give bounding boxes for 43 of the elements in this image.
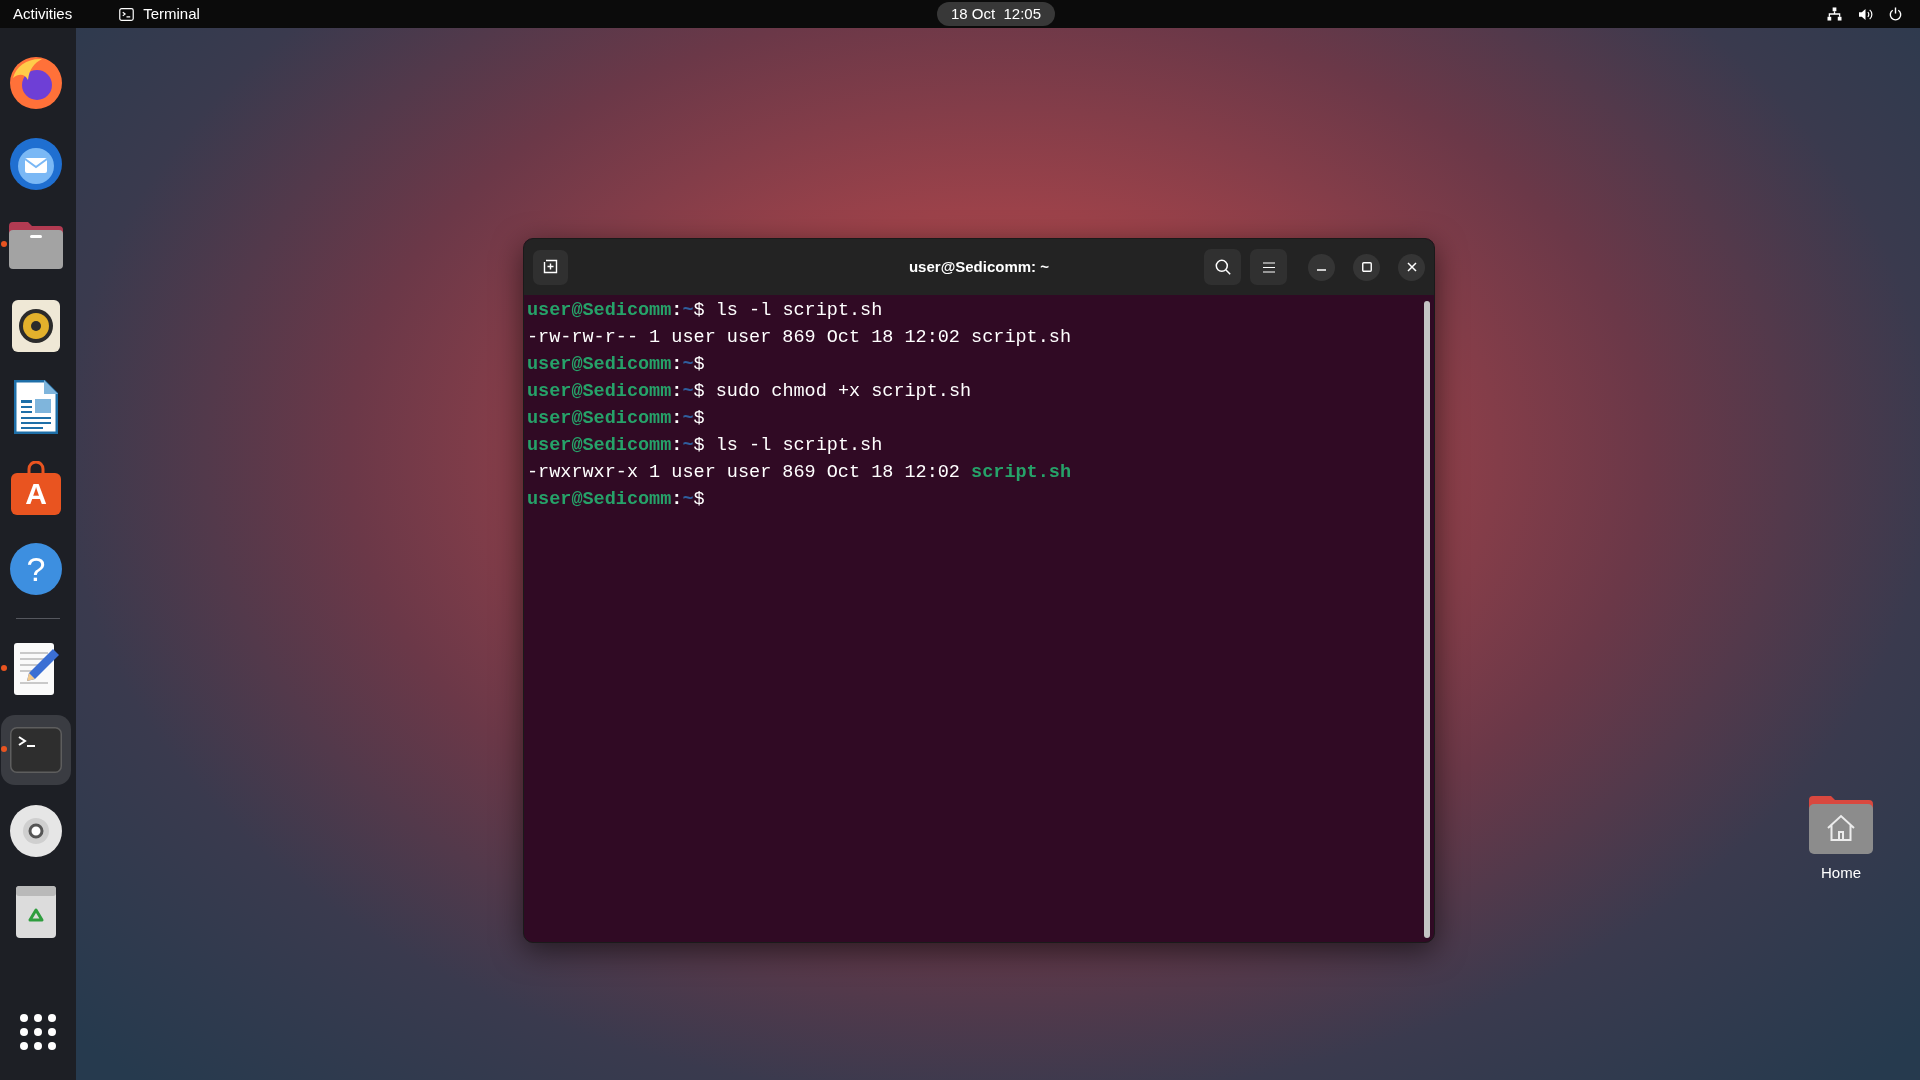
- terminal-icon: [119, 7, 135, 21]
- pencil-notepad-icon: [12, 642, 60, 695]
- maximize-button[interactable]: [1353, 253, 1380, 281]
- menu-button[interactable]: [1250, 249, 1287, 285]
- home-folder-icon: [1809, 794, 1873, 854]
- terminal-prompt-line: user@Sedicomm:~$: [527, 407, 705, 431]
- document-icon: [14, 379, 58, 434]
- new-tab-icon: [542, 259, 559, 275]
- new-tab-button[interactable]: [533, 249, 568, 285]
- close-button[interactable]: [1398, 253, 1425, 281]
- maximize-icon: [1361, 262, 1372, 272]
- dock-item[interactable]: A: [1, 452, 71, 523]
- minimize-button[interactable]: [1308, 253, 1335, 281]
- folder-icon: [9, 220, 63, 269]
- minimize-icon: [1317, 269, 1326, 271]
- search-button[interactable]: [1204, 249, 1241, 285]
- terminal-prompt-line: user@Sedicomm:~$ sudo chmod +x script.sh: [527, 380, 972, 404]
- close-icon: [1406, 262, 1417, 272]
- network-icon[interactable]: [1827, 7, 1842, 21]
- power-icon[interactable]: [1889, 7, 1902, 21]
- volume-icon[interactable]: [1858, 7, 1873, 21]
- app-grid-icon: [20, 1014, 56, 1050]
- question-mark-icon: ?: [10, 542, 62, 595]
- disc-icon: [10, 804, 62, 857]
- menu-icon: [1262, 261, 1275, 273]
- terminal-output-line: -rwxrwxr-x 1 user user 869 Oct 18 12:02 script.sh: [527, 461, 1071, 485]
- speaker-icon: [12, 299, 60, 352]
- window-title: user@Sedicomm: ~: [908, 256, 1050, 277]
- terminal-prompt-line: user@Sedicomm:~$: [527, 488, 705, 512]
- clock-button[interactable]: 18 Oct 12:05: [937, 2, 1056, 26]
- activities-button[interactable]: Activities: [0, 0, 86, 28]
- terminal-prompt-line: user@Sedicomm:~$: [527, 353, 705, 377]
- desktop-shortcut[interactable]: Home: [1796, 794, 1886, 882]
- scrollbar[interactable]: [1424, 301, 1430, 938]
- terminal-output-line: -rw-rw-r-- 1 user user 869 Oct 18 12:02 script.sh: [527, 326, 1071, 350]
- search-icon: [1214, 259, 1231, 275]
- trash-bin-icon: [16, 885, 56, 938]
- terminal-icon: [10, 726, 62, 773]
- envelope-icon: [9, 136, 63, 191]
- terminal-prompt-line: user@Sedicomm:~$ ls -l script.sh: [527, 299, 883, 323]
- globe-icon: [9, 55, 63, 110]
- terminal-prompt-line: user@Sedicomm:~$ ls -l script.sh: [527, 434, 883, 458]
- app-menu-button[interactable]: Terminal: [115, 0, 204, 28]
